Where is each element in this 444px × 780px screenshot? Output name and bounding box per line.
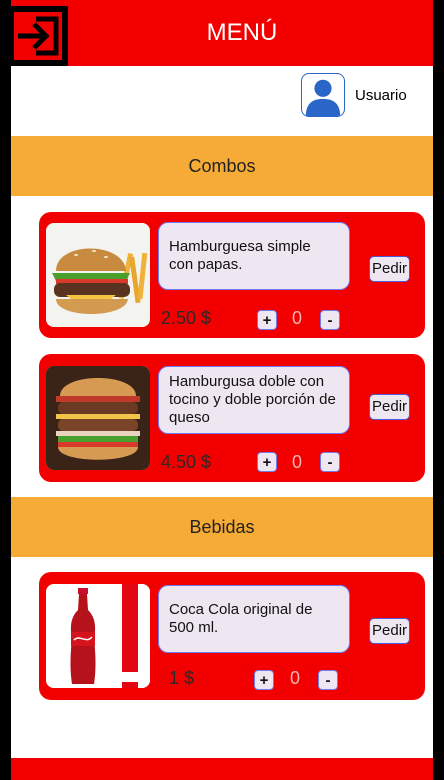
logout-arrow-icon bbox=[18, 16, 59, 56]
menu-item-card: Coca Cola original de 500 ml. Pedir 1 $ … bbox=[39, 572, 425, 700]
app-header: MENÚ bbox=[11, 0, 433, 66]
footer-bar bbox=[11, 758, 433, 780]
burger-image-icon bbox=[46, 366, 150, 470]
item-description: Coca Cola original de 500 ml. bbox=[158, 585, 350, 653]
increment-button[interactable]: + bbox=[257, 310, 277, 330]
item-price: 2.50 $ bbox=[161, 308, 212, 328]
burger-double-image bbox=[46, 366, 150, 470]
menu-screen: MENÚ Usuario Combos Hamburguesa simple c… bbox=[11, 0, 433, 780]
item-quantity: 0 bbox=[290, 668, 301, 688]
increment-button[interactable]: + bbox=[254, 670, 274, 690]
menu-item-card: Hamburguesa simple con papas. Pedir 2.50… bbox=[39, 212, 425, 338]
section-header-bebidas: Bebidas bbox=[11, 497, 433, 557]
user-name: Usuario bbox=[355, 86, 407, 104]
item-description: Hamburgusa doble con tocino y doble porc… bbox=[158, 366, 350, 434]
item-price: 1 $ bbox=[169, 668, 195, 688]
item-quantity: 0 bbox=[292, 452, 303, 472]
coca-cola-image bbox=[46, 584, 150, 688]
menu-item-card: Hamburgusa doble con tocino y doble porc… bbox=[39, 354, 425, 482]
user-profile[interactable]: Usuario bbox=[301, 73, 407, 117]
decrement-button[interactable]: - bbox=[320, 452, 340, 472]
item-price: 4.50 $ bbox=[161, 452, 212, 472]
order-button[interactable]: Pedir bbox=[369, 394, 411, 420]
section-header-combos: Combos bbox=[11, 136, 433, 196]
decrement-button[interactable]: - bbox=[318, 670, 338, 690]
burger-image-icon bbox=[46, 223, 150, 327]
order-button[interactable]: Pedir bbox=[369, 618, 411, 644]
bottle-image-icon bbox=[46, 584, 150, 688]
user-avatar-icon bbox=[301, 73, 345, 117]
increment-button[interactable]: + bbox=[257, 452, 277, 472]
item-description: Hamburguesa simple con papas. bbox=[158, 222, 350, 290]
burger-simple-image bbox=[46, 223, 150, 327]
item-quantity: 0 bbox=[292, 308, 303, 328]
decrement-button[interactable]: - bbox=[320, 310, 340, 330]
logout-button[interactable] bbox=[11, 6, 68, 66]
page-title: MENÚ bbox=[206, 19, 278, 46]
order-button[interactable]: Pedir bbox=[369, 256, 411, 282]
